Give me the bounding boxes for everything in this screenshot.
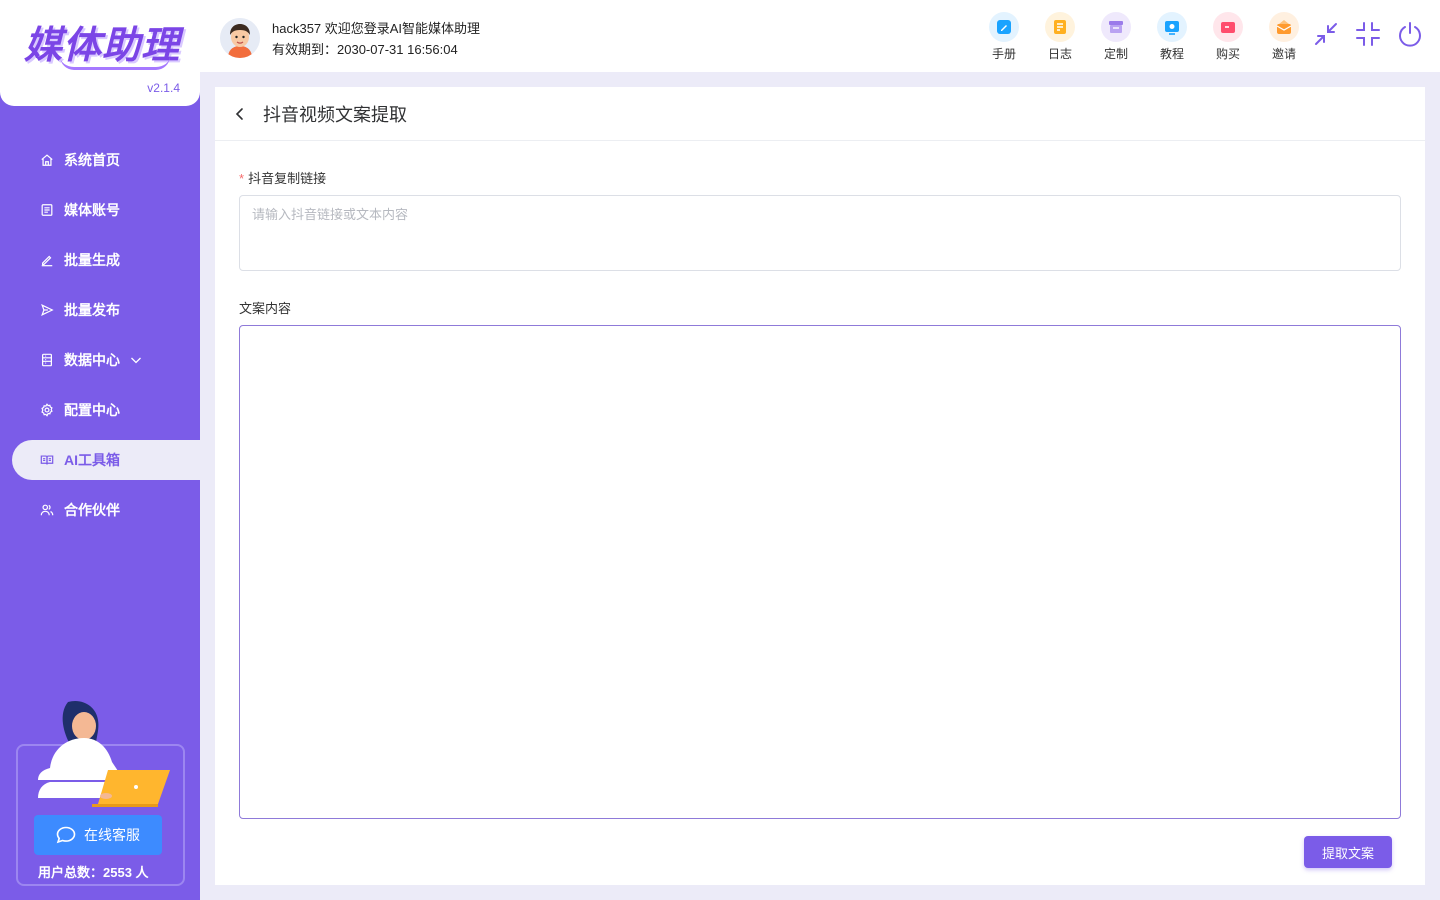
sidebar-item-ai-toolbox[interactable]: AI工具箱 [12,440,200,480]
log-button[interactable]: 日志 [1032,12,1088,62]
avatar[interactable] [220,18,260,58]
expiry-text: 有效期到：2030-07-31 16:56:04 [272,42,458,57]
custom-label: 定制 [1103,47,1128,61]
user-total-count: 用户总数：2553 人 [38,865,149,880]
top-header: hack357 欢迎您登录AI智能媒体助理 有效期到：2030-07-31 16… [200,0,1440,72]
header-window-controls [1312,20,1424,48]
sidebar-item-batch-generate[interactable]: 批量生成 [0,240,200,280]
invite-icon [1269,12,1299,42]
send-icon [40,303,54,317]
douyin-link-input[interactable] [239,195,1401,271]
copy-content-label: 文案内容 [239,301,292,316]
welcome-text: hack357 欢迎您登录AI智能媒体助理 [272,21,481,36]
header-toolbar: 手册 日志 定制 教程 购买 邀请 [976,12,1312,62]
back-arrow-icon[interactable] [233,107,247,121]
support-illustration [38,700,170,807]
page-title: 抖音视频文案提取 [263,104,407,125]
chevron-down-icon [131,357,141,364]
log-icon [1045,12,1075,42]
power-icon[interactable] [1396,20,1424,48]
sidebar-item-label: 批量发布 [64,302,120,318]
tutorial-button[interactable]: 教程 [1144,12,1200,62]
sidebar-item-config-center[interactable]: 配置中心 [0,390,200,430]
sidebar-item-label: 数据中心 [64,352,120,368]
logo-swoosh [60,56,170,70]
sidebar-item-media-accounts[interactable]: 媒体账号 [0,190,200,230]
invite-label: 邀请 [1271,47,1296,61]
collapse-arrows-icon[interactable] [1312,20,1340,48]
sidebar-item-partners[interactable]: 合作伙伴 [0,490,200,530]
log-label: 日志 [1047,47,1072,61]
invite-button[interactable]: 邀请 [1256,12,1312,62]
buy-label: 购买 [1215,47,1240,61]
sidebar-item-home[interactable]: 系统首页 [0,140,200,180]
sidebar-nav: 系统首页 媒体账号 批量生成 批量发布 数据中心 配置中心 AI工具箱 合作伙伴 [0,140,200,540]
extract-copy-button[interactable]: 提取文案 [1304,836,1392,868]
sidebar-item-label: 配置中心 [64,402,120,418]
custom-button[interactable]: 定制 [1088,12,1144,62]
exit-fullscreen-icon[interactable] [1354,20,1382,48]
buy-button[interactable]: 购买 [1200,12,1256,62]
online-support-label: 在线客服 [84,827,140,843]
sidebar-item-batch-publish[interactable]: 批量发布 [0,290,200,330]
home-icon [40,153,54,167]
tutorial-icon [1157,12,1187,42]
book-icon [40,453,54,467]
account-icon [40,203,54,217]
manual-label: 手册 [991,47,1016,61]
app-version: v2.1.4 [147,81,180,95]
sidebar-item-label: 合作伙伴 [64,502,120,518]
required-mark: * [239,171,245,186]
sidebar-item-data-center[interactable]: 数据中心 [0,340,200,380]
logo-area: 媒体助理 v2.1.4 [0,0,200,106]
data-icon [40,353,54,367]
sidebar-item-label: 媒体账号 [64,202,120,218]
page-header: 抖音视频文案提取 [215,87,1425,141]
manual-button[interactable]: 手册 [976,12,1032,62]
tutorial-label: 教程 [1159,47,1184,61]
sidebar: 媒体助理 v2.1.4 系统首页 媒体账号 批量生成 批量发布 数据中心 配置中… [0,0,200,900]
sidebar-item-label: AI工具箱 [64,452,120,468]
custom-icon [1101,12,1131,42]
copy-content-textarea[interactable] [239,325,1401,819]
main-panel: 抖音视频文案提取 *抖音复制链接 文案内容 提取文案 [215,87,1425,885]
douyin-link-label-text: 抖音复制链接 [248,171,327,186]
douyin-link-label: * 抖音复制链接 [239,168,326,187]
partner-icon [40,503,54,517]
cart-icon [1213,12,1243,42]
gear-icon [40,403,54,417]
sidebar-item-label: 批量生成 [64,252,120,268]
chat-bubble-icon [56,826,76,844]
online-support-button[interactable]: 在线客服 [34,815,162,855]
manual-icon [989,12,1019,42]
edit-icon [40,253,54,267]
sidebar-item-label: 系统首页 [64,152,120,168]
